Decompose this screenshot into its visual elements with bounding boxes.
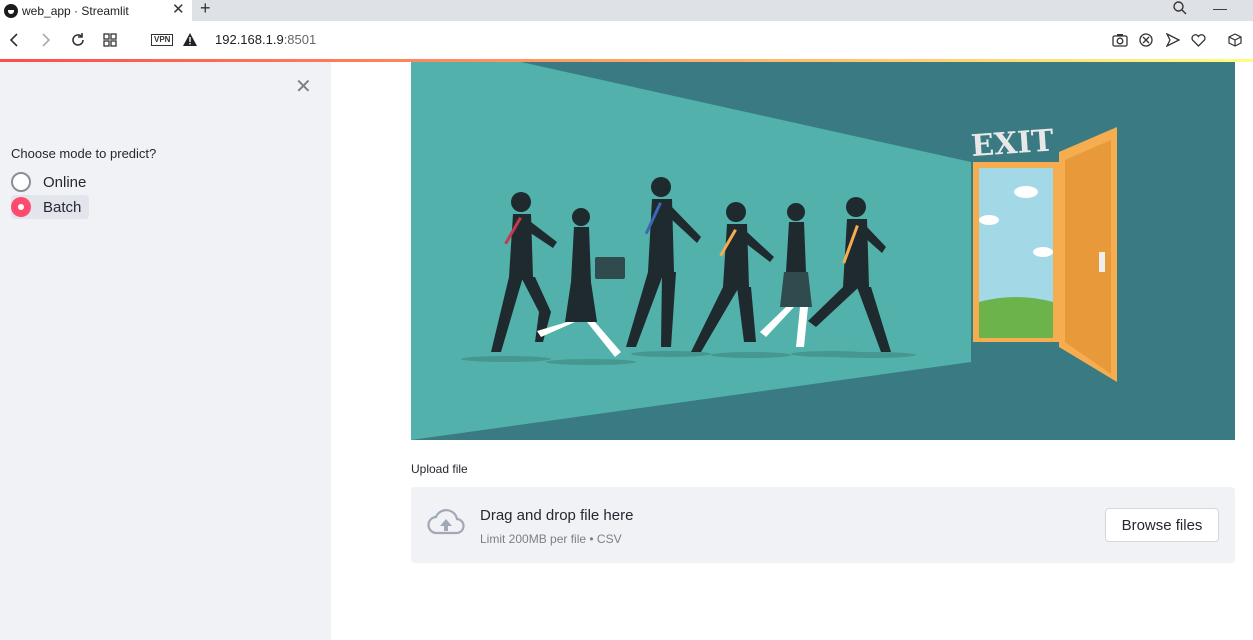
dropzone-instructions: Drag and drop file here — [480, 507, 634, 524]
browse-files-button[interactable]: Browse files — [1105, 508, 1219, 542]
cloud-upload-icon — [427, 509, 465, 542]
upload-file-label: Upload file — [411, 462, 468, 476]
speed-dial-icon[interactable] — [100, 30, 120, 50]
tab-close-icon[interactable]: ✕ — [172, 0, 185, 19]
radio-unchecked-icon[interactable] — [11, 172, 31, 192]
sidebar-close-icon[interactable]: ✕ — [295, 77, 312, 97]
snapshot-icon[interactable] — [1110, 30, 1130, 50]
url-host: 192.168.1.9 — [215, 32, 284, 47]
radio-option-batch[interactable]: Batch — [11, 195, 90, 219]
streamlit-favicon-icon — [4, 3, 18, 18]
radio-option-online[interactable]: Online — [11, 170, 94, 194]
browser-tab-bar: web_app · Streamlit ✕ + — — [0, 0, 1253, 21]
hero-image-people-running-to-exit: EXIT — [411, 62, 1235, 440]
not-secure-warning-icon[interactable] — [183, 33, 197, 51]
browser-tab[interactable]: web_app · Streamlit ✕ — [0, 0, 192, 21]
new-tab-icon[interactable]: + — [200, 0, 211, 19]
send-icon[interactable] — [1163, 30, 1183, 50]
browser-address-bar: VPN 192.168.1.9:8501 — [0, 21, 1253, 59]
radio-option-label: Batch — [43, 198, 82, 216]
tab-title: web_app · Streamlit — [22, 3, 129, 18]
radio-checked-icon[interactable] — [11, 197, 31, 217]
exit-sign-text: EXIT — [970, 123, 1055, 164]
sidebar: ✕ Choose mode to predict? Online Batch — [0, 62, 331, 640]
extensions-box-icon[interactable] — [1225, 30, 1245, 50]
reload-icon[interactable] — [68, 30, 88, 50]
forward-icon[interactable] — [36, 30, 56, 50]
radio-option-label: Online — [43, 173, 87, 191]
search-tabs-icon[interactable] — [1172, 0, 1188, 21]
heart-icon[interactable] — [1188, 30, 1208, 50]
ad-blocker-icon[interactable] — [1136, 30, 1156, 50]
back-icon[interactable] — [4, 30, 24, 50]
dropzone-limit-text: Limit 200MB per file • CSV — [480, 532, 622, 546]
url-port: :8501 — [283, 32, 317, 47]
minimize-window-icon[interactable]: — — [1213, 0, 1227, 16]
radio-group-label: Choose mode to predict? — [11, 146, 157, 161]
url-field[interactable]: 192.168.1.9:8501 — [215, 32, 316, 47]
vpn-badge[interactable]: VPN — [151, 34, 174, 46]
file-dropzone[interactable]: Drag and drop file here Limit 200MB per … — [411, 487, 1235, 563]
